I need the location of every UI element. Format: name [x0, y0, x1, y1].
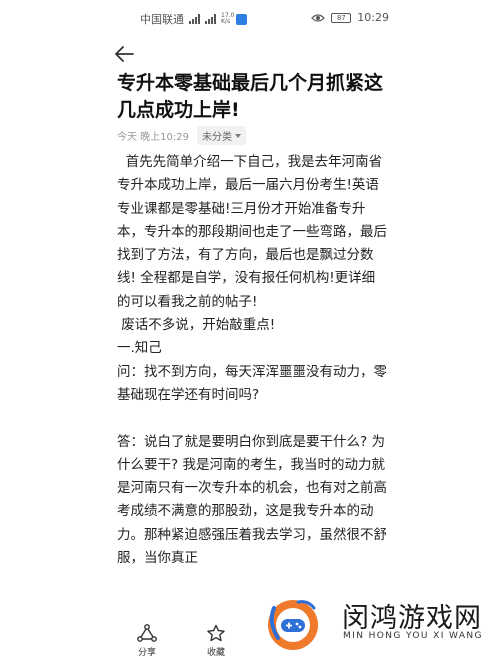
paragraph: 一.知己 [117, 340, 162, 357]
app-notification-icon [236, 13, 247, 25]
battery-icon: 87 [331, 12, 352, 23]
signal-icon [189, 14, 200, 24]
status-bar: 中国联通 17.0 K/s 87 10:29 [0, 0, 500, 34]
site-watermark: 闵鸿游戏网 MIN HONG YOU XI WANG [250, 582, 500, 662]
share-icon [137, 624, 157, 642]
category-label: 未分类 [202, 132, 232, 143]
article-body[interactable]: 首先先简单介绍一下自己，我是去年河南省专升本成功上岸，最后一届六月份考生!英语专… [117, 151, 387, 570]
star-icon [207, 624, 225, 642]
share-label: 分享 [137, 648, 156, 658]
gamepad-logo-icon [268, 600, 318, 650]
article-title: 专升本零基础最后几个月抓紧这几点成功上岸! [117, 72, 384, 121]
eye-icon [311, 13, 326, 22]
paragraph: 废话不多说，开始敲重点! [117, 317, 276, 334]
chevron-down-icon [235, 133, 241, 138]
article-meta: 今天 晚上10:29 未分类 [117, 126, 246, 145]
network-speed: 17.0 K/s [221, 12, 235, 25]
carrier-label: 中国联通 [140, 13, 184, 26]
paragraph: 答：说白了就是要明白你到底是要干什么? 为什么要干? 我是河南的考生，我当时的动… [117, 433, 387, 567]
back-button[interactable] [112, 42, 136, 66]
status-left: 中国联通 17.0 K/s [140, 11, 247, 27]
watermark-name-en: MIN HONG YOU XI WANG [343, 631, 483, 641]
paragraph: 问：找不到方向，每天浑浑噩噩没有动力，零基础现在学还有时间吗? [117, 363, 387, 403]
signal-icon-2 [205, 14, 216, 24]
favorite-label: 收藏 [206, 648, 225, 658]
back-arrow-icon [115, 46, 134, 62]
favorite-button[interactable]: 收藏 [206, 624, 226, 658]
clock: 10:29 [357, 11, 389, 24]
article-timestamp: 今天 晚上10:29 [117, 132, 189, 143]
category-dropdown[interactable]: 未分类 [197, 126, 246, 145]
watermark-name-cn: 闵鸿游戏网 [342, 603, 482, 634]
share-button[interactable]: 分享 [137, 624, 157, 658]
paragraph: 首先先简单介绍一下自己，我是去年河南省专升本成功上岸，最后一届六月份考生!英语专… [117, 154, 387, 310]
screen: 中国联通 17.0 K/s 87 10:29 专升本零基础最后几个月抓紧这几点成… [0, 0, 500, 662]
status-right: 87 10:29 [311, 11, 389, 24]
battery-level: 87 [336, 13, 346, 22]
